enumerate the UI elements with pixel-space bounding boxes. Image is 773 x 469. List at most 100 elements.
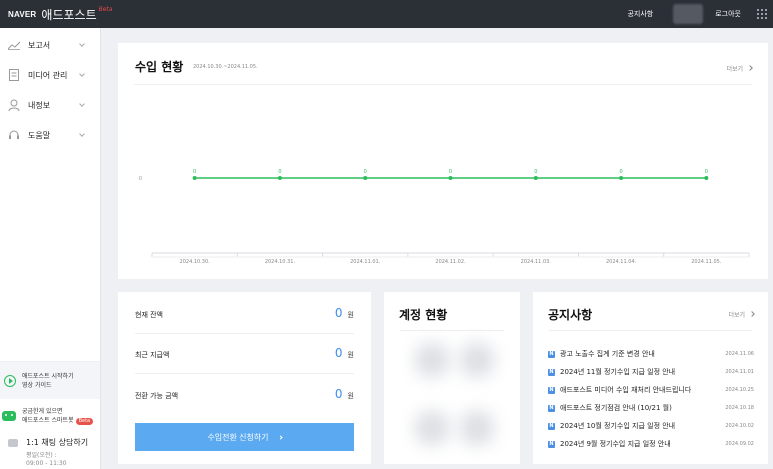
- chevron-down-icon: [79, 131, 85, 137]
- account-status-card: 계정 현황: [384, 292, 520, 464]
- x-tick-label: 2024.11.05.: [691, 259, 722, 265]
- balance-label: 현재 잔액: [135, 311, 163, 319]
- start-guide-video-link[interactable]: 애드포스트 시작하기 영상 가이드: [0, 361, 100, 399]
- data-label: 0: [705, 169, 708, 175]
- notice-item-title: 2024년 9월 정기수입 지급 일정 안내: [560, 440, 671, 448]
- convert-button-label: 수입전환 신청하기: [207, 432, 269, 442]
- guide-line2: 영상 가이드: [22, 381, 52, 389]
- chevron-down-icon: [79, 101, 85, 107]
- user-icon: [8, 99, 20, 111]
- balance-row: 현재 잔액 0원: [135, 294, 354, 334]
- notice-item-date: 2024.09.02: [725, 441, 754, 447]
- notice-item-date: 2024.10.25: [725, 387, 754, 393]
- revenue-line-chart: 0 2024.10.30. 2024.10.31. 2024.11.01. 2024.1…: [139, 169, 750, 265]
- x-tick-label: 2024.11.02.: [435, 259, 466, 265]
- profile-avatar[interactable]: [673, 4, 704, 24]
- account-title: 계정 현황: [399, 308, 448, 322]
- blurred-content: [459, 410, 495, 446]
- chat-title: 1:1 채팅 상담하기: [26, 438, 89, 447]
- balance-row: 전환 가능 금액 0원: [135, 375, 354, 415]
- data-point: [192, 176, 197, 180]
- smartbot-link[interactable]: 궁금한게 있으면 애드포스트 스마트봇 Beta: [0, 399, 100, 433]
- notice-item-title: 애드포스트 미디어 수입 재처리 안내드립니다: [560, 386, 692, 394]
- sidebar-item-report[interactable]: 보고서: [0, 30, 100, 60]
- notice-more-link[interactable]: 더보기: [728, 310, 754, 319]
- data-point: [533, 176, 538, 180]
- notice-item-title: 2024년 11월 정기수입 지급 일정 안내: [560, 368, 676, 376]
- x-tick-label: 2024.10.30.: [180, 259, 211, 265]
- x-tick-label: 2024.11.04.: [606, 259, 637, 265]
- blurred-content: [414, 410, 450, 446]
- chevron-down-icon: [79, 41, 85, 47]
- divider: [549, 330, 752, 331]
- naver-logo: NAVER: [8, 10, 37, 19]
- convert-revenue-button[interactable]: 수입전환 신청하기: [135, 423, 354, 451]
- bot-line1: 궁금한게 있으면: [22, 408, 63, 415]
- balance-value: 0: [334, 346, 343, 360]
- data-point: [277, 176, 282, 180]
- chevron-down-icon: [79, 71, 85, 77]
- balance-card: 현재 잔액 0원 최근 지급액 0원 전환 가능 금액 0원 수입전환 신청하기: [118, 292, 371, 464]
- chat-consult-link[interactable]: 1:1 채팅 상담하기 평일(오전) : 09:00 - 11:30: [0, 433, 100, 469]
- sidebar: 보고서 미디어 관리 내정보 도움말 애드포스트 시작하기 영상 가이드 궁금한…: [0, 28, 101, 469]
- document-icon: [8, 69, 20, 81]
- new-badge: N: [548, 368, 555, 376]
- guide-line1: 애드포스트 시작하기: [22, 372, 74, 380]
- data-label: 0: [534, 169, 537, 175]
- notice-item-title: 광고 노출수 집계 기준 변경 안내: [560, 350, 655, 358]
- headset-icon: [8, 129, 20, 141]
- blurred-content: [459, 342, 495, 378]
- balance-label: 전환 가능 금액: [135, 392, 179, 400]
- data-point: [363, 176, 368, 180]
- balance-unit: 원: [347, 351, 354, 359]
- data-label: 0: [449, 169, 452, 175]
- new-badge: N: [548, 422, 555, 430]
- new-badge: N: [548, 350, 555, 358]
- notice-item[interactable]: N 애드포스트 미디어 수입 재처리 안내드립니다 2024.10.25: [548, 381, 754, 399]
- chat-bubble-icon: [8, 439, 18, 447]
- adpost-logo-text: 애드포스트: [41, 8, 97, 22]
- notice-item-date: 2024.11.01: [725, 369, 754, 375]
- top-bar: NAVER 애드포스트 Beta 공지사항 로그아웃: [0, 0, 773, 28]
- balance-row: 최근 지급액 0원: [135, 334, 354, 374]
- brand-logo[interactable]: NAVER 애드포스트 Beta: [8, 6, 112, 23]
- balance-label: 최근 지급액: [135, 351, 170, 359]
- sidebar-item-label: 내정보: [28, 100, 51, 110]
- new-badge: N: [548, 440, 555, 448]
- data-point: [619, 176, 624, 180]
- play-icon: [4, 374, 16, 387]
- sidebar-item-myinfo[interactable]: 내정보: [0, 90, 100, 120]
- chat-hours-label: 평일(오전) :: [26, 452, 57, 459]
- x-tick-label: 2024.11.01.: [350, 259, 381, 265]
- notice-link[interactable]: 공지사항: [627, 9, 653, 19]
- data-label: 0: [193, 169, 196, 175]
- notice-item[interactable]: N 2024년 9월 정기수입 지급 일정 안내 2024.09.02: [548, 435, 754, 453]
- notice-item[interactable]: N 광고 노출수 집계 기준 변경 안내 2024.11.06: [548, 345, 754, 363]
- chevron-right-icon: [277, 434, 283, 440]
- sidebar-item-help[interactable]: 도움말: [0, 120, 100, 150]
- x-tick-label: 2024.11.03.: [521, 259, 552, 265]
- balance-value: 0: [334, 387, 343, 401]
- beta-mark: Beta: [98, 6, 113, 13]
- logout-link[interactable]: 로그아웃: [715, 9, 741, 19]
- data-point: [704, 176, 709, 180]
- balance-unit: 원: [347, 311, 354, 319]
- notice-item[interactable]: N 애드포스트 정기점검 안내 (10/21 월) 2024.10.18: [548, 399, 754, 417]
- notice-card: 공지사항 더보기 N 광고 노출수 집계 기준 변경 안내 2024.11.06 N…: [533, 292, 768, 464]
- sidebar-item-media[interactable]: 미디어 관리: [0, 60, 100, 90]
- data-label: 0: [619, 169, 622, 175]
- bot-line2: 애드포스트 스마트봇: [22, 417, 74, 424]
- sidebar-item-label: 보고서: [28, 40, 51, 50]
- data-label: 0: [278, 169, 281, 175]
- notice-list: N 광고 노출수 집계 기준 변경 안내 2024.11.06 N 2024년 11월…: [548, 345, 754, 453]
- notice-item-date: 2024.10.18: [725, 405, 754, 411]
- balance-unit: 원: [347, 392, 354, 400]
- y-tick-label: 0: [139, 176, 142, 182]
- notice-item-date: 2024.10.02: [725, 423, 754, 429]
- notice-item-title: 2024년 10월 정기수입 지급 일정 안내: [560, 422, 676, 430]
- apps-grid-icon[interactable]: [757, 9, 767, 19]
- notice-item[interactable]: N 2024년 10월 정기수입 지급 일정 안내 2024.10.02: [548, 417, 754, 435]
- notice-item[interactable]: N 2024년 11월 정기수입 지급 일정 안내 2024.11.01: [548, 363, 754, 381]
- chat-hours-value: 09:00 - 11:30: [26, 460, 67, 467]
- divider: [400, 330, 504, 331]
